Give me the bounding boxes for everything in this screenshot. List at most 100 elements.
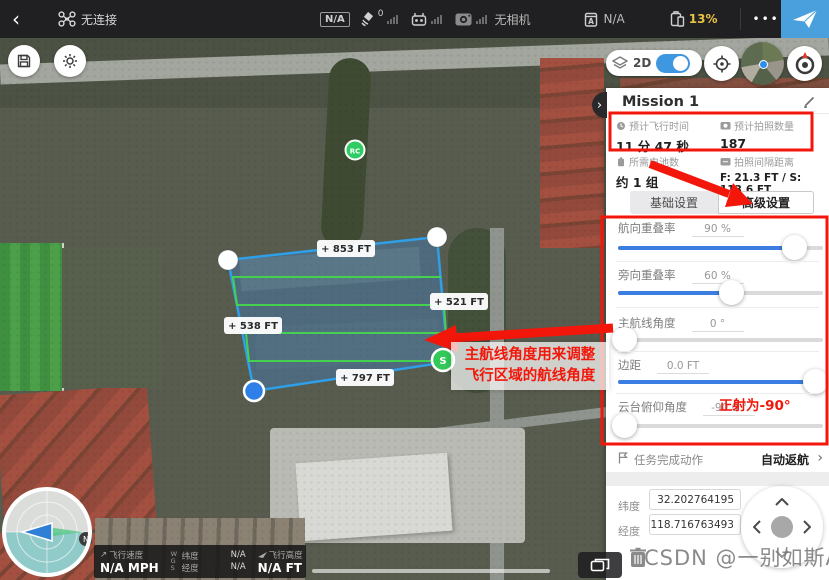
chevron-right-icon: ›	[817, 450, 823, 466]
map-layers-button[interactable]	[578, 552, 622, 578]
camera-icon[interactable]	[454, 0, 487, 38]
checklist-icon[interactable]: A	[583, 0, 599, 38]
locate-button[interactable]	[704, 46, 739, 81]
slider-thumb[interactable]	[803, 369, 828, 394]
battery-percent: 13%	[689, 0, 718, 38]
flight-time-label: 预计飞行时间	[616, 118, 716, 133]
speed-label: 飞行速度	[109, 549, 143, 561]
satellite-icon[interactable]: 0	[360, 0, 398, 38]
takeoff-button[interactable]	[781, 0, 829, 38]
slider-thumb[interactable]	[719, 280, 744, 305]
drone-icon	[58, 0, 76, 38]
panel-section-gap	[606, 472, 829, 486]
slider-value-field[interactable]: 90 %	[692, 223, 744, 237]
photo-interval-label: 拍照间隔距离	[720, 154, 828, 169]
latitude-label: 纬度	[618, 500, 640, 513]
checklist-status: N/A	[604, 0, 625, 38]
paper-plane-icon	[792, 8, 818, 30]
rc-signal-bars	[431, 15, 442, 24]
camera-signal-bars	[476, 15, 487, 24]
map-texture	[490, 228, 504, 580]
dpad-right-button[interactable]	[797, 517, 817, 537]
map-mode-label: 2D	[633, 56, 651, 70]
longitude-label: 经度	[618, 525, 640, 538]
layers-icon	[612, 56, 628, 70]
lat-label: 纬度	[182, 550, 199, 562]
battery-small-icon	[616, 157, 626, 167]
watermark: CSDN @一别如斯AA	[644, 542, 829, 572]
slider-label: 旁向重叠率	[618, 267, 676, 283]
connection-status: 无连接	[81, 0, 117, 38]
edit-mission-icon[interactable]	[803, 94, 817, 108]
save-button[interactable]	[8, 45, 40, 77]
longitude-input[interactable]: 118.716763493	[649, 514, 741, 535]
flag-icon	[618, 452, 628, 464]
photo-icon	[720, 121, 731, 130]
dpad-left-button[interactable]	[747, 517, 767, 537]
battery-icon[interactable]	[669, 0, 685, 38]
wgs-label: WGS	[171, 551, 179, 572]
slider-label: 边距	[618, 357, 641, 373]
speed-value: N/A MPH	[100, 561, 159, 575]
battery-needed-label: 所需电池数	[616, 154, 716, 169]
remote-controller-icon[interactable]	[410, 0, 442, 38]
map-scale-bar	[312, 569, 550, 573]
slider-thumb[interactable]	[612, 327, 637, 352]
mode-switch[interactable]	[656, 54, 690, 73]
back-button[interactable]: ‹	[0, 0, 32, 38]
slider-track[interactable]	[618, 424, 823, 428]
mission-finish-label: 任务完成动作	[634, 452, 703, 468]
attitude-indicator: N	[2, 487, 92, 577]
slider-track[interactable]	[618, 291, 823, 295]
map-texture	[239, 247, 421, 291]
compass-button[interactable]	[787, 46, 822, 81]
dpad-up-button[interactable]	[772, 492, 792, 512]
telemetry-bar: ↗飞行速度 N/A MPH WGS 纬度 N/A 经度 N/A 飞行高度 N/A F…	[94, 545, 306, 578]
minimap[interactable]	[741, 42, 784, 85]
slider-label: 航向重叠率	[618, 220, 676, 236]
altitude-label: 飞行高度	[269, 549, 303, 561]
map-texture	[62, 248, 162, 388]
lng-value: N/A	[231, 562, 246, 574]
annotation-note-gimbal: 正射为-90°	[719, 397, 791, 417]
slider-thumb[interactable]	[612, 413, 637, 438]
mission-title: Mission 1	[622, 94, 699, 110]
slider-value-field[interactable]: 0.0 FT	[657, 360, 709, 374]
altitude-value: N/A FT	[258, 561, 303, 575]
map-texture	[425, 407, 610, 439]
mission-finish-row[interactable]: 任务完成动作 自动返航 ›	[606, 450, 829, 472]
map-texture	[320, 57, 372, 249]
flight-mode-badge[interactable]: N/A	[320, 12, 350, 27]
minimap-position-dot	[759, 60, 768, 69]
map-texture	[295, 453, 452, 541]
tab-basic-settings[interactable]: 基础设置	[630, 191, 718, 214]
dpad-center-button[interactable]	[771, 516, 793, 538]
photo-count-label: 预计拍照数量	[720, 118, 825, 133]
slider-value-field[interactable]: 0 °	[692, 318, 744, 332]
map-texture	[540, 58, 604, 248]
slider-track[interactable]	[618, 246, 823, 250]
map-mode-toggle[interactable]: 2D	[606, 50, 702, 76]
slider-track[interactable]	[618, 380, 823, 384]
photo-count-value: 187	[720, 136, 825, 151]
settings-button[interactable]	[54, 45, 86, 77]
speed-icon: ↗	[100, 550, 107, 560]
lat-value: N/A	[231, 550, 246, 562]
slider-thumb[interactable]	[782, 235, 807, 260]
altitude-icon	[258, 551, 267, 559]
interval-icon	[720, 157, 731, 166]
latitude-input[interactable]: 32.202764195	[649, 489, 741, 510]
camera-status: 无相机	[495, 0, 531, 38]
top-status-bar: ‹ 无连接 N/A 0	[0, 0, 829, 38]
svg-text:A: A	[588, 17, 594, 26]
clock-icon	[616, 121, 626, 131]
map-texture	[270, 428, 525, 543]
tab-advanced-settings[interactable]: 高级设置	[718, 191, 814, 214]
gps-signal-bars	[387, 15, 398, 24]
map-texture	[254, 318, 441, 370]
app-root: ‹ 无连接 N/A 0	[0, 0, 829, 580]
lng-label: 经度	[182, 562, 199, 574]
slider-track[interactable]	[618, 338, 823, 342]
layers-stack-icon	[590, 557, 610, 573]
flight-time-value: 11 分 47 秒	[616, 136, 716, 155]
